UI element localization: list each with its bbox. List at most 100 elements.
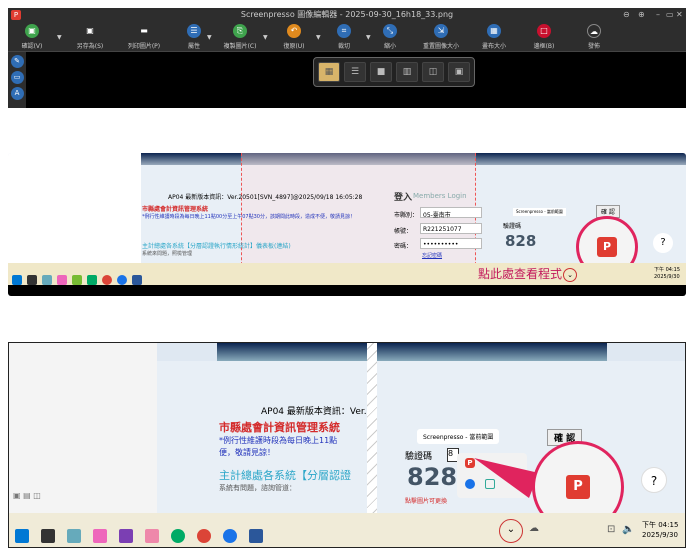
canvas-icon: ▦ [487, 24, 501, 38]
captcha-image[interactable]: 828 [407, 463, 457, 491]
app-icon[interactable] [72, 274, 82, 285]
layout-option-full[interactable]: ■ [370, 62, 392, 82]
copy-icon: ⎘ [233, 24, 247, 38]
chrome-icon[interactable] [197, 528, 211, 543]
toolbar: ▣ 確認(V) ▼ ▣ 另存為(S) ▬ 列印圖片(P) ☰ 屬性 ▼ ⎘ 複製圖片(C)… [8, 22, 686, 52]
undo-button[interactable]: ↶ 復原(U) [266, 24, 322, 50]
screenpresso-tray-icon[interactable]: P [597, 237, 617, 257]
border-icon: □ [537, 24, 551, 38]
maintenance-notice: *例行性維護時段為每日晚上11點00分至上午07點30分，該期間此時段，造成不便… [142, 214, 355, 220]
city-label: 市縣別： [394, 212, 419, 219]
shrunk-screenshot-preview: AP04 最新版本資訊：Ver.20501[SVN_4897]@2025/09/… [8, 153, 686, 296]
list-icon: ☰ [187, 24, 201, 38]
system-title: 市縣處會計資訊管理系統 [219, 421, 340, 434]
captcha-label: 驗證碼 [405, 452, 433, 462]
chevron-down-icon[interactable]: ⌄ [499, 519, 523, 543]
text-icon[interactable]: A [10, 87, 24, 100]
screenpresso-logo-icon: P [11, 10, 21, 20]
floppy-icon: ▣ [86, 26, 94, 35]
layout-option-vertical-split[interactable]: ◫ [422, 62, 444, 82]
zigzag-cropped-screenshot: AP04 最新版本資訊：Ver. 市縣處會計資訊管理系統 *例行性維護時段為每日… [8, 342, 686, 548]
start-icon[interactable] [15, 528, 29, 543]
volume-icon[interactable]: 🔈 [622, 524, 634, 535]
chrome-icon[interactable] [102, 274, 112, 285]
captcha-label: 驗證碼 [503, 223, 522, 230]
account-input[interactable]: R221251077 [420, 223, 482, 234]
login-subtitle: Members Login [413, 192, 467, 200]
zoom-in-icon[interactable]: ⊕ [638, 8, 645, 22]
screenpresso-editor-window: P Screenpresso 圖像編輯器 - 2025-09-30_16h18_… [8, 8, 686, 108]
close-button[interactable]: ✕ [676, 8, 683, 22]
captcha-hint: 點擊圖片可更換 [405, 498, 448, 505]
zoom-out-icon[interactable]: ⊖ [623, 8, 630, 22]
app-icon[interactable] [42, 274, 52, 285]
app-icon[interactable] [27, 274, 37, 285]
city-select[interactable]: 05-臺南市 [420, 207, 482, 219]
border-button[interactable]: □ 邊框(B) [516, 24, 572, 50]
pen-icon[interactable]: ✎ [10, 55, 24, 68]
confirm-button[interactable]: ▣ 確認(V) [4, 24, 60, 50]
chevron-down-icon[interactable]: ⌄ [563, 268, 577, 282]
save-icon: ▣ [25, 24, 39, 38]
edge-icon[interactable] [171, 528, 185, 543]
word-icon[interactable] [249, 528, 263, 543]
annotation-text: 點此處查看程式 [478, 267, 563, 281]
layout-option-horizontal[interactable]: ☰ [344, 62, 366, 82]
copy-image-button[interactable]: ⎘ 複製圖片(C) [212, 24, 268, 50]
maximize-button[interactable]: ▭ [666, 8, 674, 22]
rectangle-icon[interactable]: ▭ [10, 71, 24, 84]
copilot-icon[interactable]: ? [653, 233, 673, 253]
app-icon[interactable] [93, 528, 107, 543]
network-icon[interactable]: ⊡ [607, 524, 615, 535]
taskbar: 點此處查看程式 ⌄ 下午 04:15 2025/9/30 [8, 263, 686, 285]
clock-date: 2025/9/30 [654, 274, 680, 280]
copilot-icon[interactable]: ? [641, 467, 667, 493]
onenote-icon[interactable] [119, 528, 133, 543]
desktop-icons: ▣ ▤ ◫ [13, 491, 41, 500]
version-text: AP04 最新版本資訊：Ver. [261, 407, 367, 417]
start-icon[interactable] [12, 274, 22, 285]
captcha-image[interactable]: 828 [505, 232, 536, 250]
screenpresso-tray-icon-zoomed[interactable]: P [566, 475, 590, 499]
layout-option-grid[interactable]: ▦ [318, 62, 340, 82]
app-icon[interactable] [41, 528, 55, 543]
properties-dropdown[interactable]: ▼ [207, 34, 212, 41]
crop-icon: ⌗ [337, 24, 351, 38]
clock-date: 2025/9/30 [642, 531, 678, 539]
dashboard-link[interactable]: 主計總處各系統【分層認證執行情形統計】儀表板(連結) [142, 241, 291, 250]
cloud-icon[interactable]: ☁ [529, 523, 539, 534]
canvas-size-button[interactable]: ▦ 畫布大小 [466, 24, 522, 50]
password-label: 密碼： [394, 243, 413, 250]
login-title: 登入 [394, 193, 413, 203]
cloud-icon: ☁ [587, 24, 601, 38]
save-as-button[interactable]: ▣ 另存為(S) [62, 24, 118, 50]
word-icon[interactable] [132, 274, 142, 285]
tray-tooltip: Screenpresso - 當前範圍 [513, 208, 566, 216]
minimize-button[interactable]: – [656, 8, 660, 22]
edge-icon[interactable] [87, 274, 97, 285]
photos-icon[interactable] [67, 528, 81, 543]
undo-icon: ↶ [287, 24, 301, 38]
account-label: 帳號： [394, 228, 413, 235]
printer-icon: ▬ [140, 26, 148, 35]
system-title: 市縣處會計資訊管理系統 [142, 206, 209, 213]
password-input[interactable]: •••••••••• [420, 238, 482, 249]
app-icon[interactable] [145, 528, 159, 543]
dashboard-link[interactable]: 主計總處各系統【分層認證 [219, 467, 351, 483]
tray-tooltip: Screenpresso - 當前範圍 [417, 429, 500, 444]
chrome-dev-icon[interactable] [223, 528, 237, 543]
reset-size-button[interactable]: ⇲ 重置圖像大小 [410, 24, 472, 50]
forgot-password-link[interactable]: 忘記密碼 [422, 252, 442, 259]
app-icon[interactable] [57, 274, 67, 285]
publish-button[interactable]: ☁ 發佈 [566, 24, 622, 50]
shrink-layout-popup: ▦ ☰ ■ ▥ ◫ ▣ [313, 57, 475, 87]
maintenance-notice-cont: 便，敬請見諒！ [219, 448, 275, 457]
system-subtext: 系統來問題，照檢管理 [142, 251, 193, 257]
system-subtext: 系統有問題，諮詢管道： [219, 484, 296, 492]
confirm-dropdown[interactable]: ▼ [57, 34, 62, 41]
taskbar: ⌄ ☁ ⊡ 🔈 下午 04:15 2025/9/30 [9, 513, 685, 547]
chrome-dev-icon[interactable] [117, 274, 127, 285]
print-button[interactable]: ▬ 列印圖片(P) [116, 24, 172, 50]
layout-option-vertical-zigzag[interactable]: ▥ [396, 62, 418, 82]
layout-option-center[interactable]: ▣ [448, 62, 470, 82]
